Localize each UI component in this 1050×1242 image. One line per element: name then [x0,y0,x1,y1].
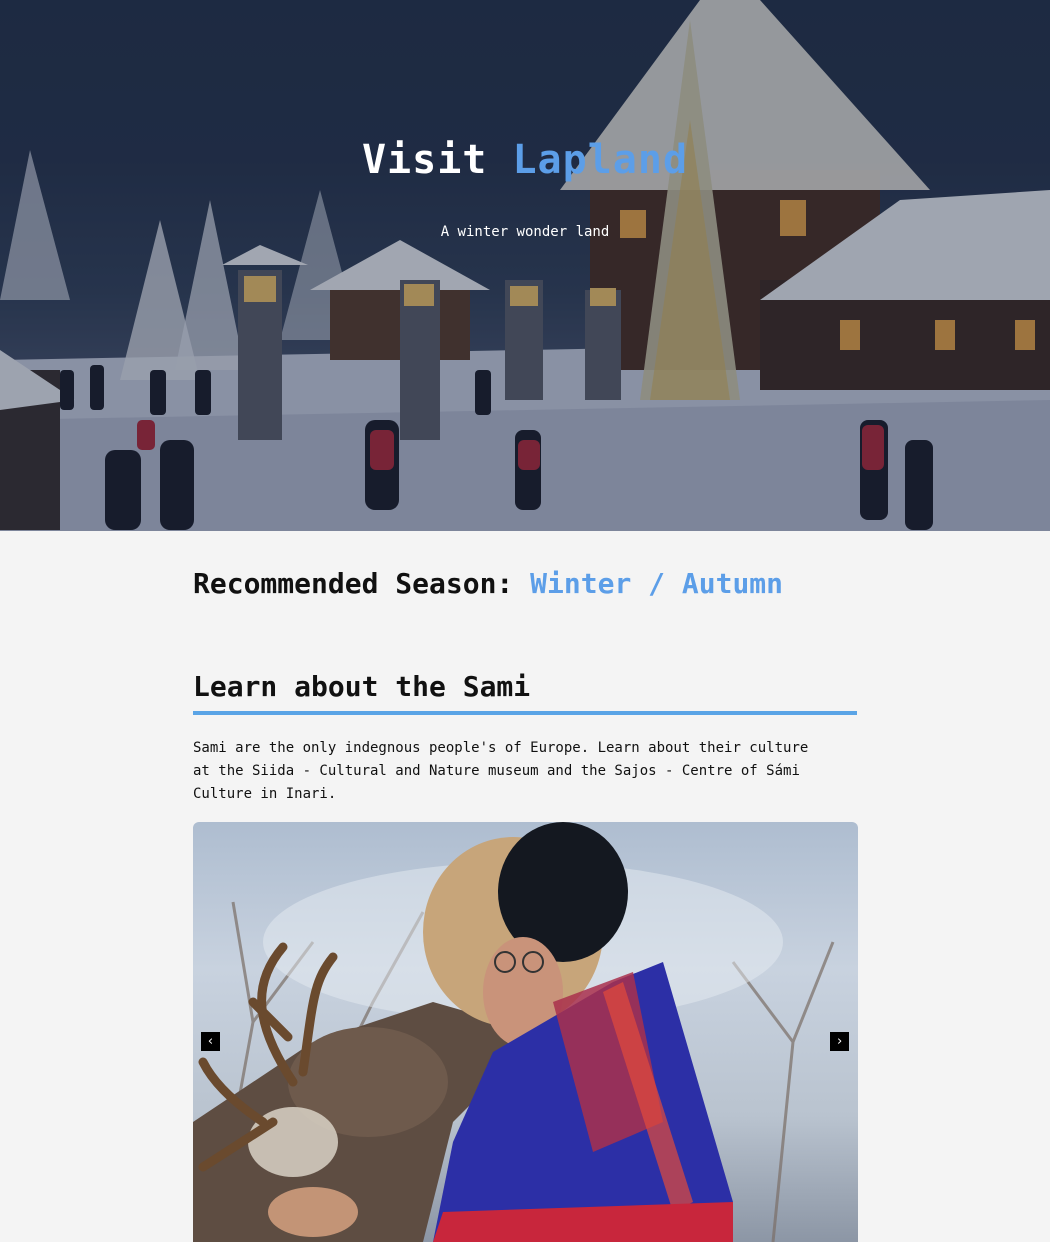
season-value: Winter / Autumn [530,567,784,600]
hero-title: Visit Lapland [0,137,1050,183]
hero-banner: Visit Lapland A winter wonder land [0,0,1050,531]
section-text-sami: Sami are the only indegnous people's of … [193,740,809,802]
carousel-prev-button[interactable]: ‹ [201,1032,220,1051]
season-label: Recommended Season: [193,567,514,600]
carousel-next-button[interactable]: › [830,1032,849,1051]
section-title-sami: Learn about the Sami [193,670,857,715]
chevron-right-icon: › [835,1034,844,1049]
sami-reindeer-photo [193,822,835,1242]
hero-subtitle: A winter wonder land [440,224,610,240]
hero-title-accent: Lapland [512,136,689,183]
image-carousel[interactable]: ‹ › [193,822,858,1242]
recommended-season: Recommended Season: Winter / Autumn [193,567,858,600]
hero-overlay [0,0,1050,531]
main-content: Recommended Season: Winter / Autumn Lear… [193,531,858,1242]
hero-title-main: Visit [361,136,488,183]
chevron-left-icon: ‹ [206,1034,215,1049]
